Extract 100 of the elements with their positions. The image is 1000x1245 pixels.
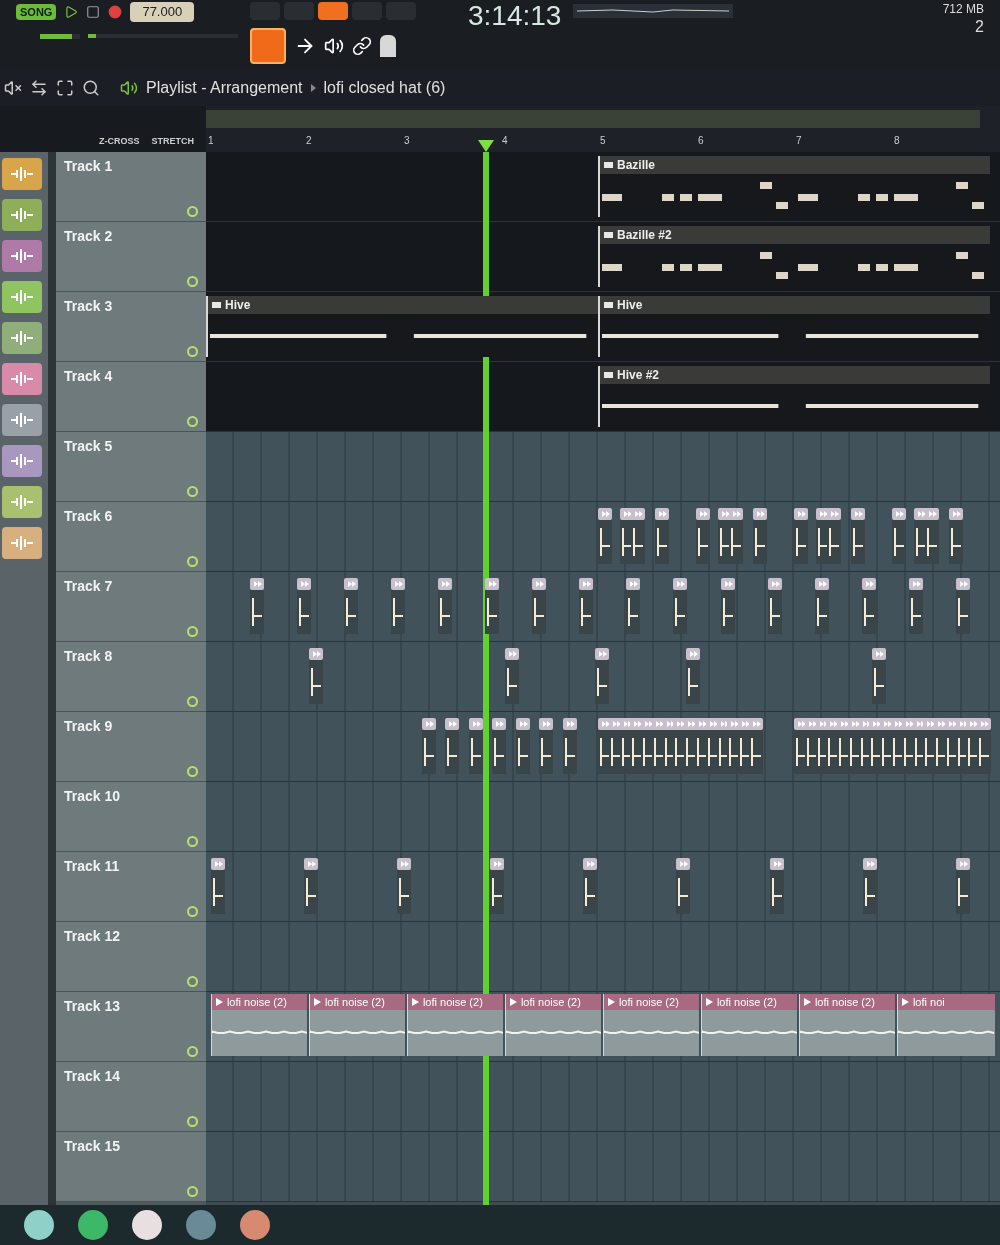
- track-lane[interactable]: Hive #2: [206, 362, 1000, 432]
- speaker-icon[interactable]: [120, 79, 138, 97]
- pattern-clip[interactable]: [925, 508, 942, 564]
- track-header[interactable]: Track 6: [56, 502, 206, 572]
- pattern-clip[interactable]: [210, 858, 227, 914]
- track-header[interactable]: Track 4: [56, 362, 206, 432]
- pattern-clip[interactable]: [827, 508, 844, 564]
- track-header[interactable]: Track 1: [56, 152, 206, 222]
- pattern-clip[interactable]: [598, 508, 614, 564]
- track-enable-icon[interactable]: [187, 836, 198, 847]
- pattern-clip[interactable]: [445, 718, 462, 774]
- track-header[interactable]: Track 15: [56, 1132, 206, 1202]
- ruler-option[interactable]: STRETCH: [151, 134, 194, 148]
- pattern-clip[interactable]: [438, 578, 455, 634]
- pattern-clip[interactable]: [595, 648, 612, 704]
- track-header[interactable]: Track 13: [56, 992, 206, 1062]
- channel-button[interactable]: [2, 322, 42, 354]
- track-header[interactable]: Track 11: [56, 852, 206, 922]
- pattern-clip[interactable]: [626, 578, 643, 634]
- channel-button[interactable]: [2, 404, 42, 436]
- song-mode-toggle[interactable]: SONG: [16, 3, 57, 20]
- track-header[interactable]: Track 2: [56, 222, 206, 292]
- app-icon[interactable]: [24, 1210, 54, 1240]
- clip-menu-icon[interactable]: [604, 230, 613, 240]
- pattern-clip[interactable]: [850, 508, 867, 564]
- tempo-display[interactable]: 77.000: [130, 2, 195, 22]
- channel-button[interactable]: [2, 199, 42, 231]
- track-header[interactable]: Track 7: [56, 572, 206, 642]
- stop-icon[interactable]: [86, 4, 101, 19]
- track-lane[interactable]: Bazille: [206, 152, 1000, 222]
- pattern-clip[interactable]: [344, 578, 361, 634]
- audio-clip[interactable]: lofi noise (2): [504, 994, 601, 1056]
- pattern-clip[interactable]: [955, 578, 972, 634]
- pattern-clip[interactable]: [485, 578, 502, 634]
- clip-menu-icon[interactable]: [604, 370, 613, 380]
- synth-clip[interactable]: Bazille: [598, 156, 990, 217]
- app-icon[interactable]: [240, 1210, 270, 1240]
- pattern-clip[interactable]: [794, 508, 810, 564]
- track-header[interactable]: Track 14: [56, 1062, 206, 1132]
- audio-clip[interactable]: lofi noise (2): [308, 994, 405, 1056]
- pattern-clip[interactable]: [908, 578, 925, 634]
- ruler-option[interactable]: Z-CROSS: [99, 134, 140, 148]
- timeline-ruler[interactable]: 1 2 3 4 5 6 7 8: [206, 106, 1000, 152]
- track-enable-icon[interactable]: [187, 486, 198, 497]
- play-icon[interactable]: [64, 4, 79, 19]
- track-enable-icon[interactable]: [187, 1186, 198, 1197]
- clip-menu-icon[interactable]: [604, 160, 613, 170]
- clip-menu-icon[interactable]: [212, 300, 221, 310]
- pattern-name[interactable]: lofi closed hat (6): [323, 76, 446, 100]
- pattern-clip[interactable]: [421, 718, 438, 774]
- pattern-clip[interactable]: [861, 578, 878, 634]
- pattern-clip[interactable]: [892, 508, 908, 564]
- record-icon[interactable]: [108, 4, 123, 19]
- speaker-icon[interactable]: [324, 36, 344, 56]
- pattern-clip[interactable]: [583, 858, 600, 914]
- track-enable-icon[interactable]: [187, 1046, 198, 1057]
- mute-icon[interactable]: [4, 79, 22, 97]
- pattern-clip[interactable]: [304, 858, 320, 914]
- pattern-clip[interactable]: [676, 858, 693, 914]
- track-enable-icon[interactable]: [187, 976, 198, 987]
- pattern-clip[interactable]: [729, 508, 746, 564]
- audio-clip[interactable]: lofi noise (2): [798, 994, 895, 1056]
- link-icon[interactable]: [352, 36, 372, 56]
- pattern-clip[interactable]: [631, 508, 648, 564]
- pattern-clip[interactable]: [532, 578, 549, 634]
- pattern-clip[interactable]: [579, 578, 596, 634]
- synth-clip[interactable]: Bazille #2: [598, 226, 990, 287]
- pattern-clip[interactable]: [492, 718, 509, 774]
- track-enable-icon[interactable]: [187, 276, 198, 287]
- playlist-grid[interactable]: Bazille Bazille #2 Hive Hive Hive #2 lofi noise (2) lofi noise (2) lofi noise (2) lofi noise (2) lofi noise (2) lofi noise (2) lofi noise (2) lofi noi: [206, 152, 1000, 1205]
- track-header[interactable]: Track 9: [56, 712, 206, 782]
- track-lane[interactable]: Hive Hive: [206, 292, 1000, 362]
- pattern-clip[interactable]: [654, 508, 671, 564]
- channel-button[interactable]: [2, 363, 42, 395]
- pattern-clip[interactable]: [686, 648, 703, 704]
- pattern-clip[interactable]: [862, 858, 879, 914]
- track-header[interactable]: Track 12: [56, 922, 206, 992]
- pattern-clip[interactable]: [955, 858, 972, 914]
- fullscreen-icon[interactable]: [56, 79, 74, 97]
- pattern-clip[interactable]: [391, 578, 408, 634]
- search-icon[interactable]: [82, 79, 100, 97]
- pad-clip[interactable]: Hive #2: [598, 366, 990, 427]
- pattern-clip[interactable]: [515, 718, 532, 774]
- pattern-clip[interactable]: [490, 858, 507, 914]
- pattern-clip[interactable]: [696, 508, 712, 564]
- pattern-clip[interactable]: [308, 648, 325, 704]
- track-enable-icon[interactable]: [187, 1116, 198, 1127]
- app-icon[interactable]: [78, 1210, 108, 1240]
- track-enable-icon[interactable]: [187, 556, 198, 567]
- pattern-clip[interactable]: [539, 718, 556, 774]
- track-enable-icon[interactable]: [187, 346, 198, 357]
- pattern-clip[interactable]: [769, 858, 786, 914]
- clip-menu-icon[interactable]: [604, 300, 613, 310]
- pattern-clip[interactable]: [752, 508, 769, 564]
- pattern-clip[interactable]: [977, 718, 994, 774]
- channel-button[interactable]: [2, 240, 42, 272]
- app-icon[interactable]: [132, 1210, 162, 1240]
- track-enable-icon[interactable]: [187, 906, 198, 917]
- arrows-icon[interactable]: [30, 79, 48, 97]
- track-header[interactable]: Track 3: [56, 292, 206, 362]
